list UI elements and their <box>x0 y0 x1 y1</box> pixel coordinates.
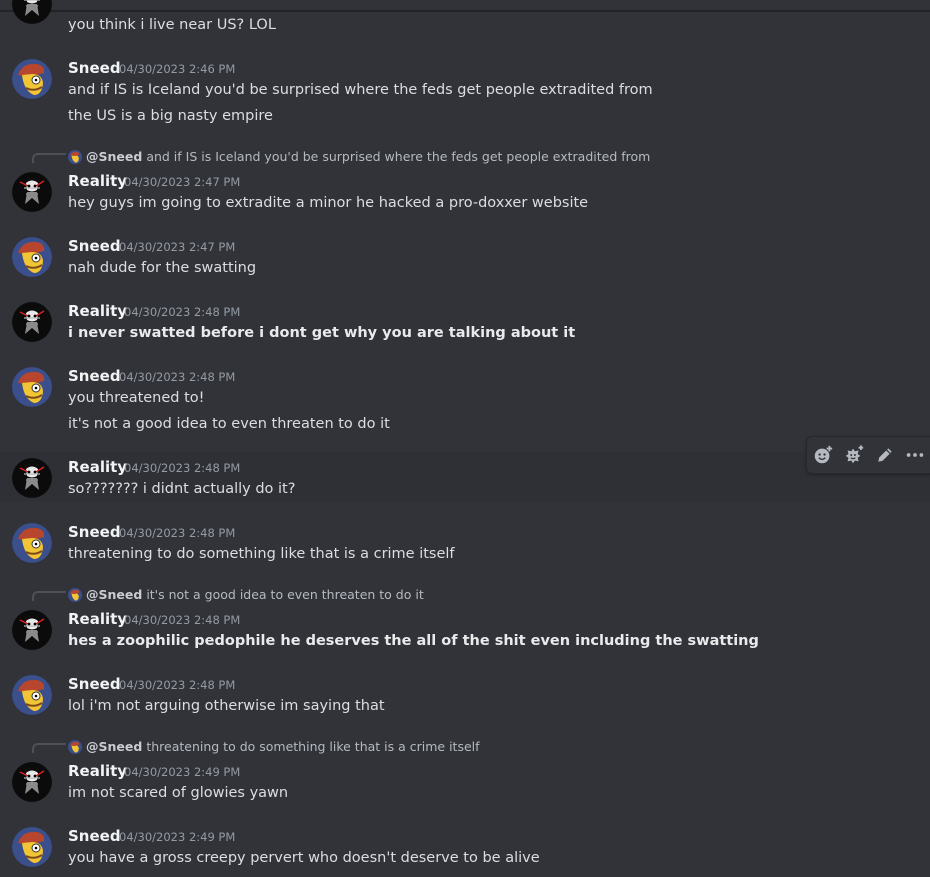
avatar-sneed[interactable] <box>12 827 52 867</box>
message-timestamp[interactable]: 04/30/2023 2:49 PM <box>124 762 240 782</box>
reality-avatar-art <box>12 172 52 212</box>
message-text: you have a gross creepy pervert who does… <box>68 850 540 866</box>
sneed-avatar-art <box>12 59 52 99</box>
reply-author[interactable]: @Sneed <box>86 587 142 602</box>
message-timestamp[interactable]: 04/30/2023 2:48 PM <box>119 675 235 695</box>
pencil-icon <box>878 448 892 462</box>
avatar-sneed[interactable] <box>12 675 52 715</box>
reply-text: and if IS is Iceland you'd be surprised … <box>146 149 651 164</box>
reply-spine <box>32 153 66 163</box>
reply-spine <box>32 591 66 601</box>
author-name[interactable]: Sneed <box>68 236 121 256</box>
message-timestamp[interactable]: 04/30/2023 2:48 PM <box>124 302 240 322</box>
super-reaction-icon <box>845 445 864 464</box>
author-name[interactable]: Sneed <box>68 674 121 694</box>
avatar-sneed[interactable] <box>12 523 52 563</box>
message-text: im not scared of glowies yawn <box>68 785 289 801</box>
author-name[interactable]: Reality <box>68 457 127 477</box>
reply-avatar <box>68 588 82 602</box>
message-timestamp[interactable]: 04/30/2023 2:46 PM <box>119 59 235 79</box>
sneed-avatar-art <box>12 827 52 867</box>
message-text: and if IS is Iceland you'd be surprised … <box>68 82 653 98</box>
reality-avatar-art <box>12 762 52 802</box>
message-timestamp[interactable]: 04/30/2023 2:47 PM <box>119 237 235 257</box>
message-text: the US is a big nasty empire <box>68 108 273 124</box>
avatar-reality[interactable] <box>12 458 52 498</box>
message-timestamp[interactable]: 04/30/2023 2:49 PM <box>119 827 235 847</box>
reply-preview[interactable]: @Sneed threatening to do something like t… <box>68 738 480 756</box>
channel-header-divider <box>0 10 930 12</box>
reply-author[interactable]: @Sneed <box>86 739 142 754</box>
reply-avatar <box>68 740 82 754</box>
author-name[interactable]: Sneed <box>68 58 121 78</box>
message-text: hes a zoophilic pedophile he deserves th… <box>68 633 759 649</box>
message-timestamp[interactable]: 04/30/2023 2:48 PM <box>119 523 235 543</box>
avatar-sneed[interactable] <box>12 367 52 407</box>
message-text: nah dude for the swatting <box>68 260 257 276</box>
reply-spine <box>32 743 66 753</box>
author-name[interactable]: Reality <box>68 171 127 191</box>
message-timestamp[interactable]: 04/30/2023 2:47 PM <box>124 172 240 192</box>
reply-text: threatening to do something like that is… <box>146 739 480 754</box>
author-name[interactable]: Sneed <box>68 366 121 386</box>
more-options-button[interactable] <box>903 443 927 467</box>
avatar-reality[interactable] <box>12 0 52 24</box>
message-text: you think i live near US? LOL <box>68 17 276 33</box>
emoji-add-icon <box>814 445 833 464</box>
sneed-avatar-art <box>12 675 52 715</box>
message-text: it's not a good idea to even threaten to… <box>68 416 390 432</box>
reality-avatar-art <box>12 610 52 650</box>
message-timestamp[interactable]: 04/30/2023 2:48 PM <box>124 458 240 478</box>
author-name[interactable]: Reality <box>68 301 127 321</box>
message-text: lol i'm not arguing otherwise im saying … <box>68 698 385 714</box>
author-name[interactable]: Reality <box>68 761 127 781</box>
author-name[interactable]: Reality <box>68 609 127 629</box>
reply-text: it's not a good idea to even threaten to… <box>146 587 424 602</box>
sneed-avatar-art <box>12 237 52 277</box>
more-icon <box>906 453 924 457</box>
message-timestamp[interactable]: 04/30/2023 2:48 PM <box>119 367 235 387</box>
avatar-reality[interactable] <box>12 302 52 342</box>
reality-avatar-art <box>12 458 52 498</box>
message-action-toolbar <box>806 436 930 474</box>
author-name[interactable]: Sneed <box>68 522 121 542</box>
sneed-avatar-art <box>12 367 52 407</box>
reality-avatar-art <box>12 302 52 342</box>
avatar-reality[interactable] <box>12 762 52 802</box>
message-text: threatening to do something like that is… <box>68 546 455 562</box>
sneed-avatar-art <box>12 523 52 563</box>
author-name[interactable]: Sneed <box>68 826 121 846</box>
message-text: hey guys im going to extradite a minor h… <box>68 195 589 211</box>
reply-author[interactable]: @Sneed <box>86 149 142 164</box>
reply-preview[interactable]: @Sneed it's not a good idea to even threa… <box>68 586 424 604</box>
reply-avatar <box>68 150 82 164</box>
message-timestamp[interactable]: 04/30/2023 2:48 PM <box>124 610 240 630</box>
edit-button[interactable] <box>873 443 897 467</box>
reality-avatar-art <box>12 0 52 24</box>
message-text: you threatened to! <box>68 390 205 406</box>
avatar-sneed[interactable] <box>12 237 52 277</box>
reply-preview[interactable]: @Sneed and if IS is Iceland you'd be surp… <box>68 148 650 166</box>
message-text: i never swatted before i dont get why yo… <box>68 325 576 341</box>
add-reaction-button[interactable] <box>811 443 835 467</box>
message-text: so??????? i didnt actually do it? <box>68 481 296 497</box>
avatar-reality[interactable] <box>12 610 52 650</box>
avatar-sneed[interactable] <box>12 59 52 99</box>
avatar-reality[interactable] <box>12 172 52 212</box>
super-reaction-button[interactable] <box>842 443 866 467</box>
